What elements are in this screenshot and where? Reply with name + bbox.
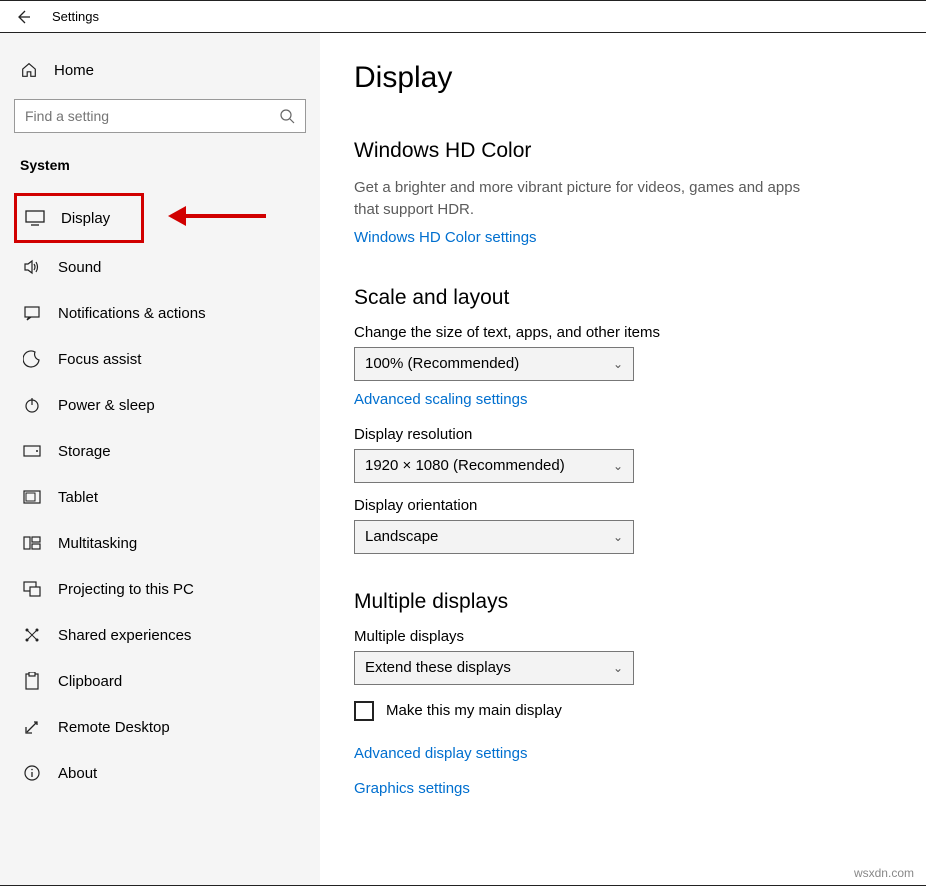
graphics-settings-link[interactable]: Graphics settings [354, 780, 470, 797]
sidebar-item-label: Power & sleep [58, 397, 155, 414]
sidebar-nav: Display Sound Notifications & actions Fo… [14, 193, 306, 797]
search-input[interactable] [25, 108, 279, 124]
chevron-down-icon: ⌄ [613, 530, 623, 544]
window-title: Settings [52, 9, 99, 24]
sidebar-item-label: Projecting to this PC [58, 581, 194, 598]
checkbox-label: Make this my main display [386, 702, 562, 719]
chevron-down-icon: ⌄ [613, 661, 623, 675]
orientation-select[interactable]: Landscape ⌄ [354, 520, 634, 554]
sidebar-item-label: Storage [58, 443, 111, 460]
select-value: 100% (Recommended) [365, 355, 519, 372]
main-display-checkbox-row[interactable]: Make this my main display [354, 701, 906, 721]
checkbox-icon[interactable] [354, 701, 374, 721]
multi-displays-label: Multiple displays [354, 628, 906, 645]
select-value: Extend these displays [365, 659, 511, 676]
shared-experiences-icon [22, 625, 42, 645]
sidebar-item-remote-desktop[interactable]: Remote Desktop [14, 705, 306, 749]
tablet-icon [22, 487, 42, 507]
select-value: Landscape [365, 528, 438, 545]
watermark: wsxdn.com [854, 866, 914, 880]
notifications-icon [22, 303, 42, 323]
clipboard-icon [22, 671, 42, 691]
sidebar-item-sound[interactable]: Sound [14, 245, 306, 289]
sidebar-item-label: Clipboard [58, 673, 122, 690]
section-hdcolor: Windows HD Color Get a brighter and more… [354, 139, 906, 250]
chevron-down-icon: ⌄ [613, 459, 623, 473]
annotation-arrow [168, 206, 266, 226]
sidebar-item-multitasking[interactable]: Multitasking [14, 521, 306, 565]
projecting-icon [22, 579, 42, 599]
chevron-down-icon: ⌄ [613, 357, 623, 371]
display-icon [25, 208, 45, 228]
sidebar-home[interactable]: Home [14, 51, 306, 89]
sidebar-item-label: About [58, 765, 97, 782]
home-icon [20, 61, 38, 79]
section-heading: Windows HD Color [354, 139, 906, 163]
sidebar-item-clipboard[interactable]: Clipboard [14, 659, 306, 703]
resolution-select[interactable]: 1920 × 1080 (Recommended) ⌄ [354, 449, 634, 483]
hdcolor-link[interactable]: Windows HD Color settings [354, 229, 537, 246]
text-size-select[interactable]: 100% (Recommended) ⌄ [354, 347, 634, 381]
power-icon [22, 395, 42, 415]
sidebar-item-label: Display [61, 210, 110, 227]
multi-displays-select[interactable]: Extend these displays ⌄ [354, 651, 634, 685]
section-heading: Multiple displays [354, 590, 906, 614]
advanced-display-link[interactable]: Advanced display settings [354, 745, 527, 762]
sidebar-item-focus-assist[interactable]: Focus assist [14, 337, 306, 381]
page-title: Display [354, 61, 906, 95]
sidebar-item-projecting[interactable]: Projecting to this PC [14, 567, 306, 611]
sidebar-item-label: Tablet [58, 489, 98, 506]
storage-icon [22, 441, 42, 461]
sidebar-item-shared-experiences[interactable]: Shared experiences [14, 613, 306, 657]
section-multiple-displays: Multiple displays Multiple displays Exte… [354, 590, 906, 801]
sidebar-category: System [14, 151, 306, 179]
sidebar-item-label: Sound [58, 259, 101, 276]
advanced-scaling-link[interactable]: Advanced scaling settings [354, 391, 527, 408]
section-heading: Scale and layout [354, 286, 906, 310]
sidebar-item-tablet[interactable]: Tablet [14, 475, 306, 519]
sidebar-item-about[interactable]: About [14, 751, 306, 795]
sidebar-item-display[interactable]: Display [14, 193, 144, 243]
search-icon [279, 108, 295, 124]
sidebar: Home System Display Sound [0, 33, 320, 885]
focus-assist-icon [22, 349, 42, 369]
sidebar-item-label: Shared experiences [58, 627, 191, 644]
section-scale-layout: Scale and layout Change the size of text… [354, 286, 906, 554]
sidebar-item-storage[interactable]: Storage [14, 429, 306, 473]
orientation-label: Display orientation [354, 497, 906, 514]
search-box[interactable] [14, 99, 306, 133]
sidebar-item-label: Multitasking [58, 535, 137, 552]
resolution-label: Display resolution [354, 426, 906, 443]
main-panel: Display Windows HD Color Get a brighter … [320, 33, 926, 885]
hdcolor-description: Get a brighter and more vibrant picture … [354, 177, 814, 221]
about-icon [22, 763, 42, 783]
sidebar-item-label: Focus assist [58, 351, 141, 368]
titlebar: Settings [0, 1, 926, 33]
sidebar-item-label: Notifications & actions [58, 305, 206, 322]
sidebar-item-label: Remote Desktop [58, 719, 170, 736]
select-value: 1920 × 1080 (Recommended) [365, 457, 565, 474]
sidebar-item-power-sleep[interactable]: Power & sleep [14, 383, 306, 427]
sound-icon [22, 257, 42, 277]
remote-desktop-icon [22, 717, 42, 737]
sidebar-home-label: Home [54, 62, 94, 79]
text-size-label: Change the size of text, apps, and other… [354, 324, 906, 341]
sidebar-item-notifications[interactable]: Notifications & actions [14, 291, 306, 335]
back-button[interactable] [14, 8, 32, 26]
multitasking-icon [22, 533, 42, 553]
